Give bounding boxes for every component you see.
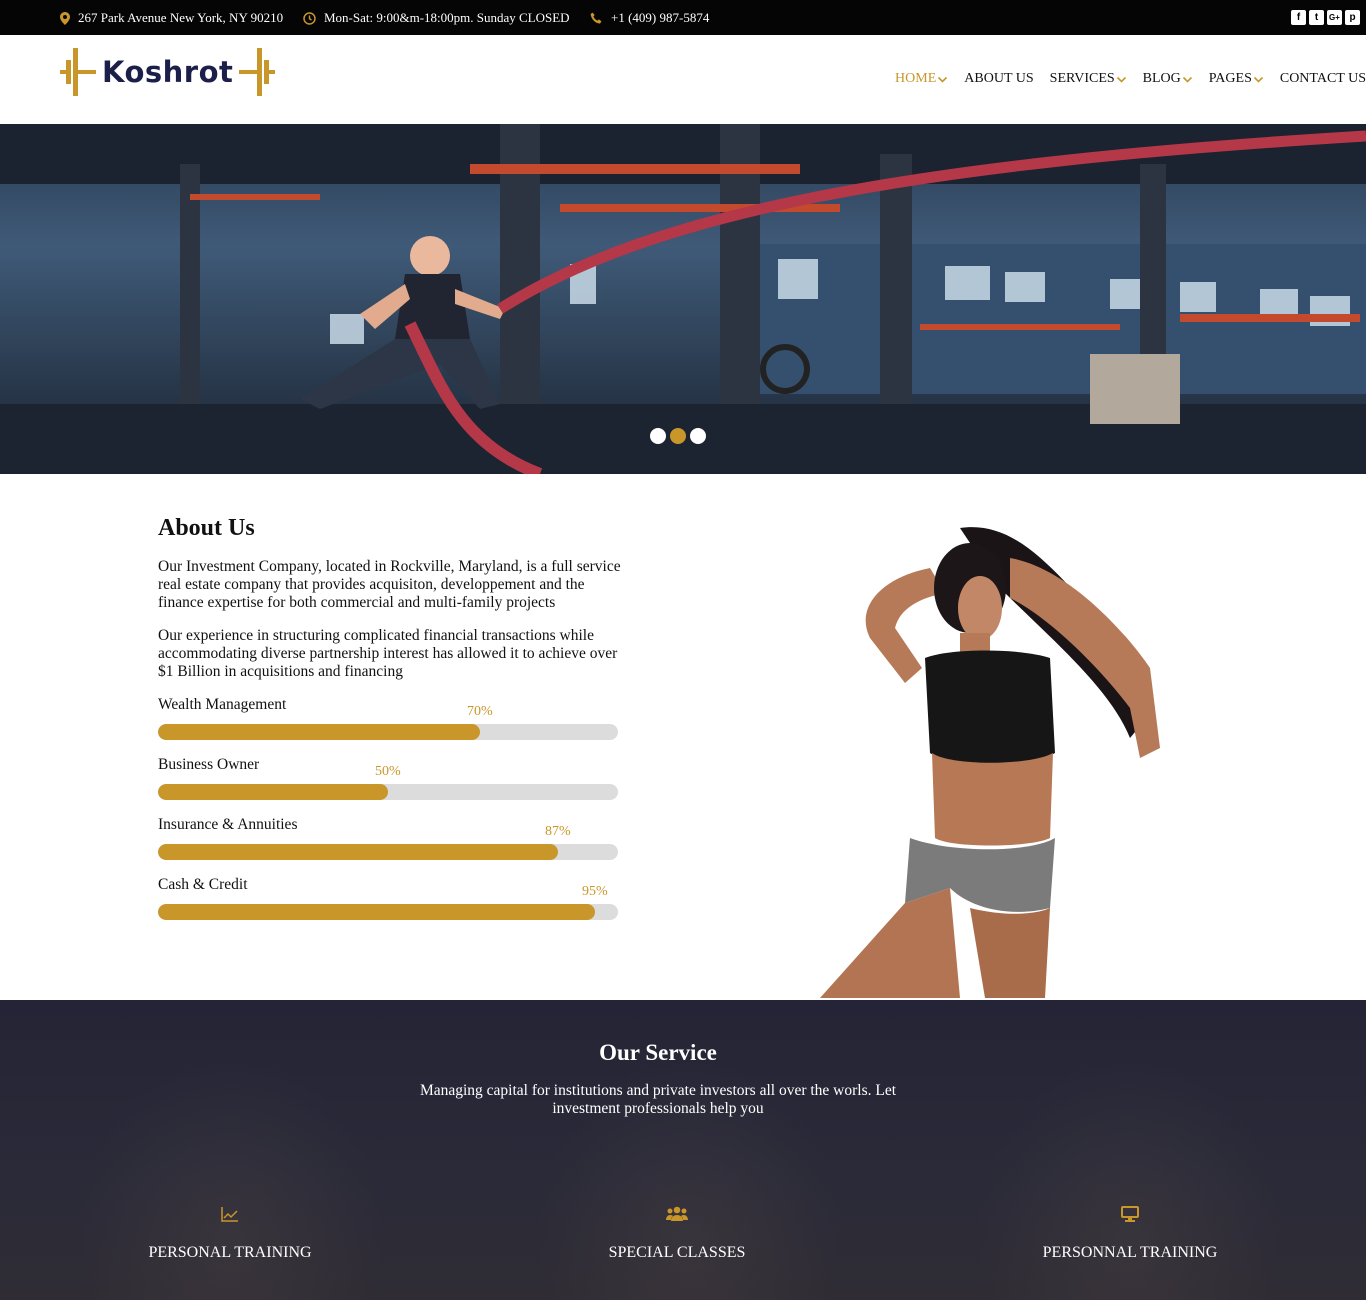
services-section: Our Service Managing capital for institu…: [0, 1000, 1366, 1300]
service-item-personnal-training[interactable]: PERSONNAL TRAINING: [980, 1206, 1280, 1262]
clock-icon: [303, 11, 316, 25]
progress-fill: [158, 904, 595, 920]
services-subtitle: Managing capital for institutions and pr…: [419, 1082, 897, 1117]
progress-bar: [158, 724, 618, 740]
skill-percent: 70%: [467, 704, 493, 719]
hero-slider: [0, 124, 1366, 474]
nav-blog[interactable]: BLOG: [1143, 71, 1193, 87]
nav-services[interactable]: SERVICES: [1050, 71, 1127, 87]
main-nav: HOME ABOUT US SERVICES BLOG PAGES CONTAC…: [879, 71, 1366, 87]
chevron-down-icon: [1182, 76, 1192, 83]
slider-dot-2[interactable]: [670, 428, 686, 444]
chevron-down-icon: [938, 76, 948, 83]
service-item-personal-training[interactable]: PERSONAL TRAINING: [80, 1206, 380, 1262]
skill-label: Wealth Management: [158, 696, 287, 713]
skill-percent: 87%: [545, 824, 571, 839]
nav-about-us[interactable]: ABOUT US: [964, 71, 1033, 87]
top-info-bar: 267 Park Avenue New York, NY 90210 Mon-S…: [0, 0, 1366, 35]
skill-label: Cash & Credit: [158, 876, 248, 893]
phone-icon: [590, 12, 602, 24]
service-label: SPECIAL CLASSES: [608, 1244, 746, 1261]
dumbbell-left-icon: [60, 48, 96, 96]
social-links: f t G+ p: [1291, 10, 1360, 25]
nav-pages[interactable]: PAGES: [1209, 71, 1264, 87]
facebook-icon[interactable]: f: [1291, 10, 1306, 25]
about-paragraph-2: Our experience in structuring complicate…: [158, 627, 618, 680]
progress-bar: [158, 844, 618, 860]
progress-fill: [158, 724, 480, 740]
progress-bar: [158, 904, 618, 920]
chevron-down-icon: [1253, 76, 1263, 83]
hours-info: Mon-Sat: 9:00&m-18:00pm. Sunday CLOSED: [303, 10, 570, 26]
skill-label: Business Owner: [158, 756, 260, 773]
nav-about-us-label: ABOUT US: [964, 71, 1034, 86]
pinterest-icon[interactable]: p: [1345, 10, 1360, 25]
slider-dot-3[interactable]: [690, 428, 706, 444]
skill-label: Insurance & Annuities: [158, 816, 298, 833]
phone-info: +1 (409) 987-5874: [590, 10, 709, 26]
progress-fill: [158, 784, 388, 800]
chevron-down-icon: [1116, 76, 1126, 83]
services-title: Our Service: [599, 1040, 717, 1065]
progress-fill: [158, 844, 559, 860]
about-title: About Us: [158, 515, 255, 541]
phone-text[interactable]: +1 (409) 987-5874: [611, 10, 709, 26]
nav-home[interactable]: HOME: [895, 71, 948, 87]
fitness-woman-image: [820, 527, 1160, 998]
hours-text: Mon-Sat: 9:00&m-18:00pm. Sunday CLOSED: [324, 10, 570, 25]
site-logo[interactable]: Koshrot: [60, 47, 276, 97]
service-label: PERSONNAL TRAINING: [1042, 1244, 1218, 1261]
twitter-icon[interactable]: t: [1309, 10, 1324, 25]
nav-blog-label: BLOG: [1142, 71, 1181, 86]
users-icon: [666, 1206, 688, 1221]
google-plus-icon[interactable]: G+: [1327, 10, 1342, 25]
skill-percent: 50%: [375, 764, 401, 779]
about-paragraph-1: Our Investment Company, located in Rockv…: [158, 558, 621, 611]
site-header: Koshrot HOME ABOUT US SERVICES BLOG PAGE…: [0, 35, 1366, 124]
line-chart-icon: [221, 1207, 238, 1222]
address-text: 267 Park Avenue New York, NY 90210: [78, 10, 284, 25]
nav-services-label: SERVICES: [1049, 71, 1115, 86]
slider-dot-1[interactable]: [650, 428, 666, 444]
logo-text: Koshrot: [102, 55, 234, 89]
nav-home-label: HOME: [895, 71, 937, 86]
address-info: 267 Park Avenue New York, NY 90210: [60, 10, 283, 26]
skill-percent: 95%: [582, 884, 608, 899]
progress-bar: [158, 784, 618, 800]
monitor-icon: [1121, 1206, 1139, 1222]
hero-gym-image: [0, 124, 1366, 474]
slider-dots: [650, 428, 706, 444]
service-item-special-classes[interactable]: SPECIAL CLASSES: [527, 1206, 827, 1262]
service-label: PERSONAL TRAINING: [148, 1244, 312, 1261]
nav-contact-us[interactable]: CONTACT US: [1280, 71, 1366, 87]
nav-pages-label: PAGES: [1208, 71, 1252, 86]
nav-contact-us-label: CONTACT US: [1279, 71, 1366, 86]
map-marker-icon: [60, 11, 70, 25]
dumbbell-right-icon: [239, 48, 276, 96]
